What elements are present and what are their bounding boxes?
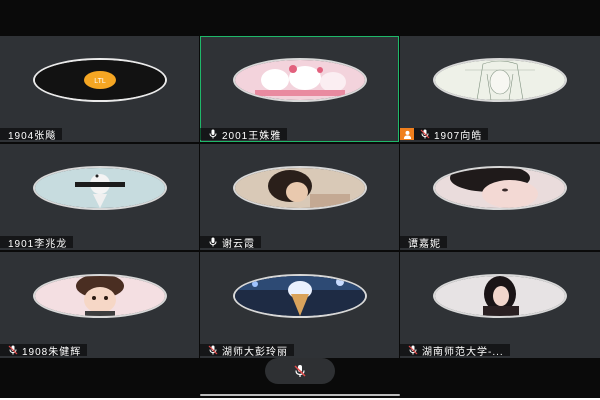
mic-icon bbox=[8, 345, 18, 355]
meeting-screen: LTL 1904张飚 2001王姝雅 1907向皓 1901李兆龙 谢云霞 谭嘉… bbox=[0, 0, 600, 398]
cartoon-character-avatar bbox=[32, 166, 167, 210]
participant-nameplate: 1904张飚 bbox=[0, 128, 63, 142]
mic-icon bbox=[420, 129, 430, 139]
participant-tile-9[interactable]: 湖南师范大学-... bbox=[400, 252, 600, 358]
participant-name: 谭嘉妮 bbox=[408, 238, 441, 250]
mic-icon bbox=[208, 237, 218, 247]
ltl-logo-avatar: LTL bbox=[32, 58, 167, 102]
participant-tile-3[interactable]: 1907向皓 bbox=[400, 36, 600, 142]
participant-grid: LTL 1904张飚 2001王姝雅 1907向皓 1901李兆龙 谢云霞 谭嘉… bbox=[0, 36, 600, 358]
mic-muted-icon bbox=[293, 364, 307, 378]
hello-kitty-avatar bbox=[232, 58, 367, 102]
ice-cream-avatar bbox=[232, 274, 367, 318]
participant-tile-5[interactable]: 谢云霞 bbox=[200, 144, 399, 250]
participant-tile-2[interactable]: 2001王姝雅 bbox=[200, 36, 399, 142]
participant-name: 湖师大彭玲丽 bbox=[222, 346, 288, 358]
participant-nameplate: 湖南师范大学-... bbox=[400, 344, 510, 358]
participant-nameplate: 1901李兆龙 bbox=[0, 236, 74, 250]
home-indicator[interactable] bbox=[200, 394, 400, 396]
participant-tile-7[interactable]: 1908朱健辉 bbox=[0, 252, 199, 358]
girl-photo-avatar bbox=[232, 166, 367, 210]
girl-portrait-avatar bbox=[433, 274, 567, 318]
mic-icon bbox=[208, 345, 218, 355]
participant-name: 谢云霞 bbox=[222, 238, 255, 250]
participant-name: 1907向皓 bbox=[434, 130, 483, 142]
participant-nameplate: 谭嘉妮 bbox=[400, 236, 447, 250]
participant-nameplate: 1907向皓 bbox=[400, 128, 489, 142]
participant-tile-4[interactable]: 1901李兆龙 bbox=[0, 144, 199, 250]
participant-tile-6[interactable]: 谭嘉妮 bbox=[400, 144, 600, 250]
participant-name: 湖南师范大学-... bbox=[422, 346, 504, 358]
mic-toggle-button[interactable] bbox=[265, 358, 335, 384]
anime-boy-avatar bbox=[32, 274, 167, 318]
mic-icon bbox=[208, 129, 218, 139]
participant-name: 2001王姝雅 bbox=[222, 130, 282, 142]
participant-nameplate: 谢云霞 bbox=[200, 236, 261, 250]
participant-nameplate: 1908朱健辉 bbox=[0, 344, 88, 358]
participant-name: 1908朱健辉 bbox=[22, 346, 82, 358]
participant-tile-8[interactable]: 湖师大彭玲丽 bbox=[200, 252, 399, 358]
participant-nameplate: 2001王姝雅 bbox=[200, 128, 288, 142]
participant-name: 1901李兆龙 bbox=[8, 238, 68, 250]
svg-text:LTL: LTL bbox=[94, 78, 106, 85]
participant-name: 1904张飚 bbox=[8, 130, 57, 142]
girl-closeup-avatar bbox=[433, 166, 567, 210]
host-badge-icon bbox=[400, 128, 414, 140]
participant-tile-1[interactable]: LTL 1904张飚 bbox=[0, 36, 199, 142]
sketch-girl-avatar bbox=[433, 58, 567, 102]
participant-nameplate: 湖师大彭玲丽 bbox=[200, 344, 294, 358]
mic-icon bbox=[408, 345, 418, 355]
